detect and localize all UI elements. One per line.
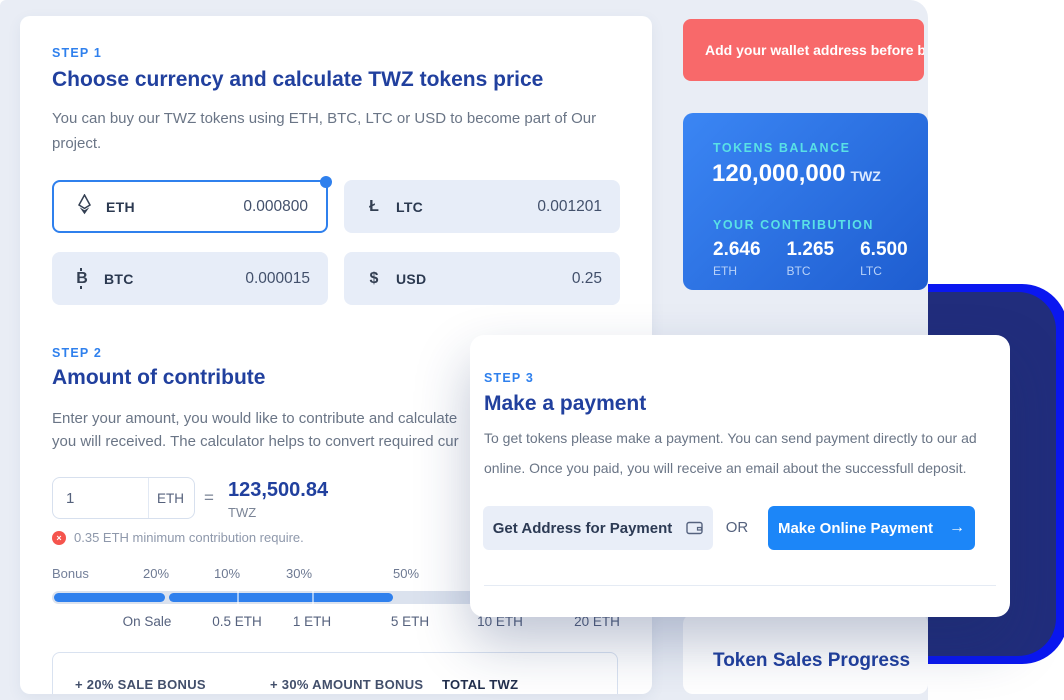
selected-dot [320,176,332,188]
or-label: OR [722,519,752,536]
currency-rate: 0.001201 [537,198,602,216]
currency-symbol: LTC [396,199,423,215]
token-sales-progress-card: Token Sales Progress [683,614,928,694]
currency-symbol: USD [396,271,426,287]
currency-rate: 0.25 [572,270,602,288]
wallet-alert[interactable]: Add your wallet address before bu [683,19,924,81]
currency-rate: 0.000015 [245,270,310,288]
error-message: 0.35 ETH minimum contribution require. [74,530,304,545]
litecoin-icon: Ł [364,198,384,216]
balance-label: TOKENS BALANCE [713,141,850,155]
arrow-right-icon: → [949,519,965,537]
contribution-ltc: 6.500 LTC [860,239,908,278]
ethereum-icon [74,194,94,220]
converted-value: 123,500.84 [228,479,328,502]
contribution-label: YOUR CONTRIBUTION [713,218,874,232]
step2-description-line2: you will received. The calculator helps … [52,429,459,454]
bonus-percent: 10% [214,566,240,581]
total-twz-label: TOTAL TWZ [442,677,518,692]
amount-unit-label: ETH [148,478,192,518]
bar-tick [237,591,239,604]
step3-title: Make a payment [484,392,646,416]
bonus-amount: On Sale [123,614,172,629]
balance-unit: TWZ [850,168,880,184]
bonus-fill-segment [169,593,393,602]
currency-rate: 0.000800 [243,198,308,216]
amount-input[interactable] [53,490,148,507]
balance-value: 120,000,000TWZ [712,160,881,188]
get-address-button[interactable]: Get Address for Payment [483,506,713,550]
step2-label: STEP 2 [52,346,102,360]
equals-sign: = [204,488,214,508]
contribution-row: 2.646 ETH 1.265 BTC 6.500 LTC [713,239,928,278]
bonus-percent: 30% [286,566,312,581]
bonus-amount: 1 ETH [293,614,331,629]
bonus-summary-box: + 20% SALE BONUS + 30% AMOUNT BONUS TOTA… [52,652,618,694]
step1-label: STEP 1 [52,46,102,60]
step1-title: Choose currency and calculate TWZ tokens… [52,68,543,92]
bonus-amount: 5 ETH [391,614,429,629]
contribution-btc: 1.265 BTC [787,239,835,278]
step2-description-line1: Enter your amount, you would like to con… [52,406,457,431]
bar-tick [312,591,314,604]
contribution-eth: 2.646 ETH [713,239,761,278]
currency-tile-btc[interactable]: B BTC 0.000015 [52,252,328,305]
currency-tile-eth[interactable]: ETH 0.000800 [52,180,328,233]
currency-symbol: BTC [104,271,134,287]
step1-description: You can buy our TWZ tokens using ETH, BT… [52,106,617,156]
wallet-icon [686,521,703,535]
buy-tokens-page: STEP 1 Choose currency and calculate TWZ… [0,0,1064,700]
token-sales-progress-title: Token Sales Progress [713,650,910,672]
amount-bonus-label: + 30% AMOUNT BONUS [270,677,423,692]
make-online-payment-button[interactable]: Make Online Payment → [768,506,975,550]
minimum-contribution-error: × 0.35 ETH minimum contribution require. [52,530,304,545]
payment-card: STEP 3 Make a payment To get tokens plea… [470,335,1010,617]
amount-input-group: ETH [52,477,195,519]
bonus-fill-segment [54,593,165,602]
tokens-balance-card: TOKENS BALANCE 120,000,000TWZ YOUR CONTR… [683,113,928,290]
currency-tile-usd[interactable]: $ USD 0.25 [344,252,620,305]
converted-unit: TWZ [228,505,256,520]
sale-bonus-label: + 20% SALE BONUS [75,677,206,692]
bitcoin-icon: B [72,270,92,288]
step3-label: STEP 3 [484,371,534,385]
step3-description-line1: To get tokens please make a payment. You… [484,423,977,453]
step2-title: Amount of contribute [52,366,265,390]
card-divider [484,585,996,586]
error-icon: × [52,531,66,545]
bonus-amount: 0.5 ETH [212,614,262,629]
currency-tile-ltc[interactable]: Ł LTC 0.001201 [344,180,620,233]
bonus-percent: 20% [143,566,169,581]
dollar-icon: $ [364,270,384,288]
bonus-percent: 50% [393,566,419,581]
currency-symbol: ETH [106,199,135,215]
step3-description-line2: online. Once you paid, you will receive … [484,453,967,483]
